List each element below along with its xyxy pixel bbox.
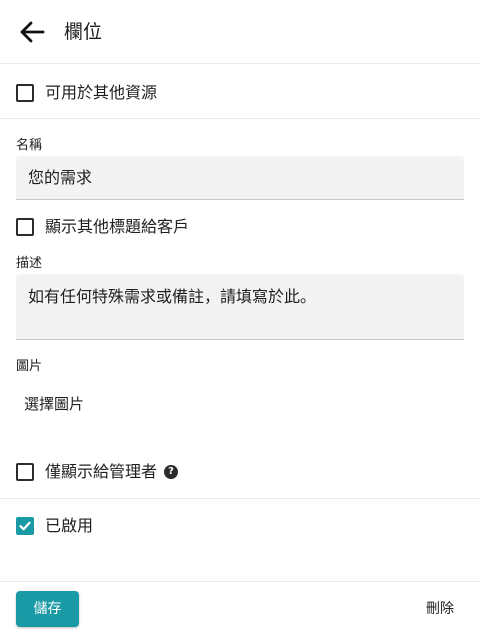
admin-only-checkbox[interactable]: 僅顯示給管理者 ?: [16, 462, 179, 482]
show-other-title-checkbox[interactable]: 顯示其他標題給客戶: [16, 217, 189, 237]
enabled-label: 已啟用: [45, 516, 94, 535]
show-other-title-label: 顯示其他標題給客戶: [45, 217, 190, 236]
footer-divider: [0, 581, 480, 582]
description-textarea[interactable]: 如有任何特殊需求或備註，請填寫於此。: [16, 274, 464, 340]
enabled-checkbox[interactable]: 已啟用: [16, 516, 93, 536]
available-other-resources-checkbox[interactable]: 可用於其他資源: [16, 83, 157, 103]
admin-only-label: 僅顯示給管理者: [45, 462, 158, 481]
checkbox-box[interactable]: [16, 517, 34, 535]
description-label: 描述: [16, 256, 43, 271]
question-circle-icon[interactable]: ?: [164, 465, 179, 479]
header-bar: 欄位: [0, 0, 480, 64]
checkbox-box[interactable]: [16, 463, 34, 481]
page-title: 欄位: [64, 21, 103, 43]
save-button[interactable]: 儲存: [16, 591, 79, 627]
available-other-resources-label: 可用於其他資源: [45, 83, 158, 102]
arrow-left-icon: [20, 21, 45, 43]
checkbox-box[interactable]: [16, 84, 34, 102]
name-input[interactable]: 您的需求: [16, 156, 464, 200]
image-label: 圖片: [16, 359, 43, 374]
select-image-button[interactable]: 選擇圖片: [24, 394, 84, 414]
checkmark-icon: [19, 521, 31, 531]
name-label: 名稱: [16, 138, 43, 153]
divider: [0, 498, 480, 499]
back-button[interactable]: [16, 18, 48, 46]
divider: [0, 118, 480, 119]
checkbox-box[interactable]: [16, 218, 34, 236]
delete-button[interactable]: 刪除: [414, 597, 466, 621]
